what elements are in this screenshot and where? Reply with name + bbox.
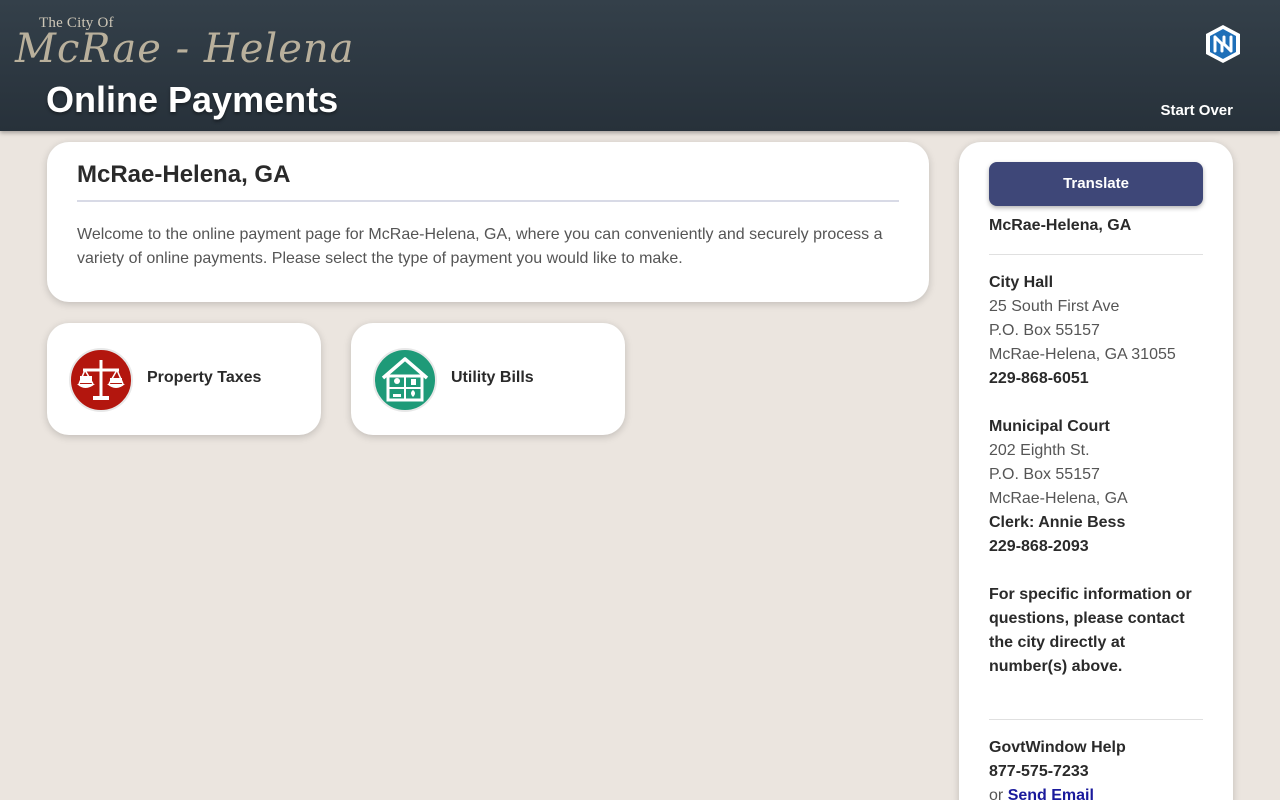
scales-icon (69, 348, 133, 412)
divider (989, 719, 1203, 720)
court-address-line: P.O. Box 55157 (989, 466, 1100, 483)
court-phone: 229-868-2093 (989, 538, 1089, 555)
court-clerk: Clerk: Annie Bess (989, 514, 1126, 531)
send-email-link[interactable]: Send Email (1008, 787, 1094, 800)
city-hall-address-line: P.O. Box 55157 (989, 322, 1100, 339)
tile-label: Utility Bills (451, 369, 534, 386)
contact-note: For specific information or questions, p… (989, 586, 1192, 675)
sidebar-city-name: McRae-Helena, GA (989, 217, 1132, 234)
city-hall-title: City Hall (989, 274, 1054, 291)
welcome-text: Welcome to the online payment page for M… (77, 226, 883, 267)
govtwindow-logo-icon[interactable] (1204, 24, 1242, 64)
site-header: The City Of McRae - Helena Online Paymen… (0, 0, 1280, 131)
help-title: GovtWindow Help (989, 739, 1126, 756)
or-text: or (989, 787, 1004, 800)
property-taxes-tile[interactable]: Property Taxes (47, 323, 321, 435)
court-address-line: McRae-Helena, GA (989, 490, 1128, 507)
utility-bills-tile[interactable]: Utility Bills (351, 323, 625, 435)
translate-button[interactable]: Translate (989, 162, 1203, 206)
city-hall-address-line: 25 South First Ave (989, 298, 1120, 315)
start-over-link[interactable]: Start Over (1160, 102, 1233, 119)
house-utilities-icon (373, 348, 437, 412)
divider (77, 200, 899, 202)
help-email-line: or Send Email (989, 784, 1209, 800)
welcome-card: McRae-Helena, GA Welcome to the online p… (47, 142, 929, 302)
contact-sidebar: Translate McRae-Helena, GA City Hall 25 … (959, 142, 1233, 800)
city-hall-address-line: McRae-Helena, GA 31055 (989, 346, 1176, 363)
city-logo-script: McRae - Helena (15, 26, 355, 72)
court-address-line: 202 Eighth St. (989, 442, 1090, 459)
city-hall-phone: 229-868-6051 (989, 370, 1089, 387)
help-phone: 877-575-7233 (989, 763, 1089, 780)
tile-label: Property Taxes (147, 369, 262, 386)
welcome-heading: McRae-Helena, GA (77, 161, 291, 188)
court-title: Municipal Court (989, 418, 1110, 435)
divider (989, 254, 1203, 255)
page-title: Online Payments (46, 79, 339, 120)
